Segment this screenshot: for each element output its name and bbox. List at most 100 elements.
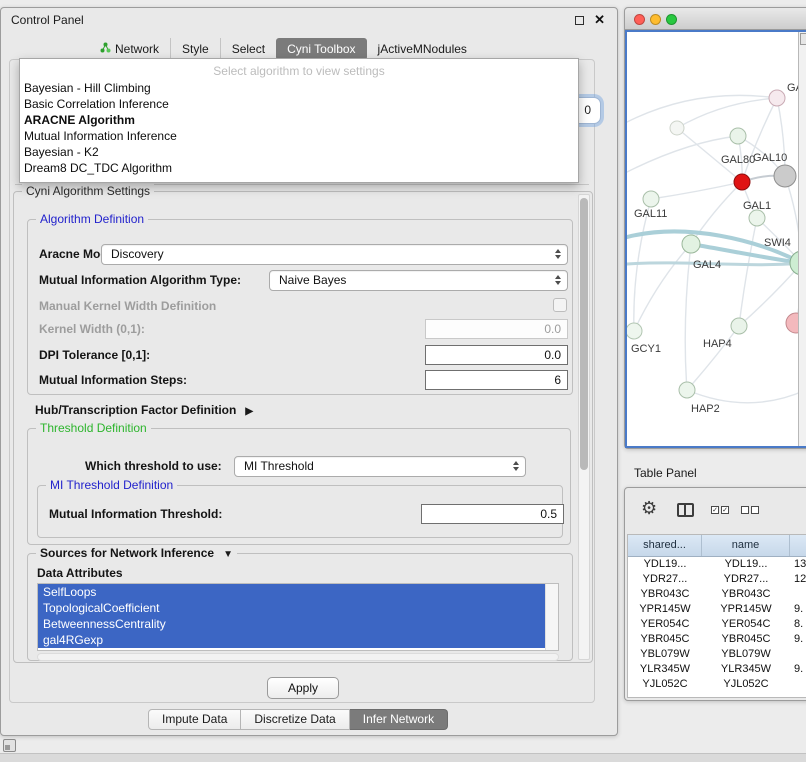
minimize-light[interactable] [650, 14, 661, 25]
sources-title-text: Sources for Network Inference [40, 546, 214, 560]
data-attributes-label: Data Attributes [37, 566, 123, 581]
threshold-definition-title: Threshold Definition [36, 421, 151, 435]
network-edge [777, 98, 785, 176]
close-icon[interactable]: ✕ [594, 12, 605, 28]
algorithm-option-bayesian-hill-climbing[interactable]: Bayesian - Hill Climbing [20, 80, 578, 96]
column-header-2[interactable] [790, 535, 806, 556]
mi-threshold-field[interactable]: 0.5 [421, 504, 564, 524]
attribute-list[interactable]: SelfLoopsTopologicalCoefficientBetweenne… [37, 583, 559, 651]
scrollbar-thumb[interactable] [580, 198, 588, 470]
attribute-list-scrollbar[interactable] [545, 584, 558, 650]
table-row[interactable]: YBR045CYBR045C9. [628, 632, 806, 647]
tab-cyni-toolbox[interactable]: Cyni Toolbox [276, 38, 366, 60]
bottom-tab-impute-data[interactable]: Impute Data [148, 709, 241, 730]
table-row[interactable]: YPR145WYPR145W9. [628, 602, 806, 617]
float-window-icon[interactable] [575, 16, 584, 25]
tab-label: Select [232, 42, 265, 56]
control-panel-window: Control Panel ✕ NetworkStyle Select Cyni T… [0, 7, 618, 736]
table-cell: YPR145W [628, 602, 702, 617]
attribute-item[interactable]: BetweennessCentrality [38, 616, 545, 632]
network-node[interactable] [670, 121, 684, 135]
algorithm-dropdown-list: Bayesian - Hill ClimbingBasic Correlatio… [20, 80, 578, 176]
settings-scrollbar[interactable] [578, 194, 590, 660]
gear-icon[interactable]: ⚙ [641, 498, 657, 519]
mi-steps-label: Mutual Information Steps: [39, 373, 187, 388]
attribute-item[interactable]: gal4RGexp [38, 632, 545, 648]
panel-toggle-icon[interactable] [3, 739, 16, 752]
checked-box-icon: ✓ [721, 506, 729, 514]
unselect-all-columns-icon[interactable] [741, 506, 759, 514]
bottom-tab-infer-network[interactable]: Infer Network [350, 709, 448, 730]
network-edge [739, 218, 757, 326]
tab-jactivemnodules[interactable]: jActiveMNodules [367, 38, 478, 60]
checked-box-icon: ✓ [711, 506, 719, 514]
aracne-mode-select[interactable]: Discovery [101, 244, 568, 265]
table-row[interactable]: YBR043CYBR043C [628, 587, 806, 602]
application-root: Control Panel ✕ NetworkStyle Select Cyni T… [0, 0, 806, 762]
mi-type-select[interactable]: Naive Bayes [269, 270, 568, 291]
sources-group-title[interactable]: Sources for Network Inference▼ [36, 546, 237, 560]
network-node[interactable] [774, 165, 796, 187]
dpi-tolerance-field[interactable]: 0.0 [425, 345, 568, 365]
table-cell: YBR045C [702, 632, 790, 647]
table-cell: 9. [790, 632, 806, 647]
tab-label: Cyni Toolbox [287, 42, 355, 56]
bottom-tab-bar: Impute DataDiscretize DataInfer Network [148, 709, 448, 730]
bottom-tab-discretize-data[interactable]: Discretize Data [241, 709, 349, 730]
network-scrollbar[interactable] [798, 32, 806, 446]
network-node-gal11[interactable] [643, 191, 659, 207]
node-table: shared...name YDL19...YDL19...13YDR27...… [627, 534, 806, 698]
network-node-gal4[interactable] [682, 235, 700, 253]
table-row[interactable]: YLR345WYLR345W9. [628, 662, 806, 677]
network-node-hap2[interactable] [679, 382, 695, 398]
combo-arrows-icon [555, 275, 561, 285]
attribute-list-hscrollbar[interactable] [37, 653, 559, 661]
manual-kernel-checkbox[interactable] [553, 298, 567, 312]
algorithm-option-bayesian-k2[interactable]: Bayesian - K2 [20, 144, 578, 160]
node-label-gal4: GAL4 [693, 259, 721, 271]
table-row[interactable]: YER054CYER054C8. [628, 617, 806, 632]
table-row[interactable]: YDR27...YDR27...12 [628, 572, 806, 587]
combo-arrows-icon [513, 461, 519, 471]
network-node-gal1[interactable] [749, 210, 765, 226]
zoom-light[interactable] [666, 14, 677, 25]
algorithm-option-basic-correlation-inference[interactable]: Basic Correlation Inference [20, 96, 578, 112]
hub-section-toggle[interactable]: Hub/Transcription Factor Definition▶ [35, 403, 253, 417]
which-threshold-select[interactable]: MI Threshold [234, 456, 526, 477]
table-cell: YDL19... [628, 557, 702, 572]
network-canvas[interactable]: GALGAL80GAL10GAL11GAL1SWI4GAL4GCY1HAP4HA… [625, 30, 806, 448]
apply-button[interactable]: Apply [267, 677, 339, 699]
tab-network[interactable]: Network [89, 38, 170, 60]
tab-select[interactable]: Select [220, 38, 276, 60]
attribute-item[interactable]: SelfLoops [38, 584, 545, 600]
table-row[interactable]: YDL19...YDL19...13 [628, 557, 806, 572]
algorithm-option-mutual-information-inference[interactable]: Mutual Information Inference [20, 128, 578, 144]
control-panel-titlebar[interactable]: Control Panel ✕ [1, 8, 617, 32]
node-label-hap4: HAP4 [703, 338, 732, 350]
which-threshold-value: MI Threshold [244, 459, 314, 473]
algorithm-option-aracne-algorithm[interactable]: ARACNE Algorithm [20, 112, 578, 128]
empty-box-icon [751, 506, 759, 514]
node-label-hap2: HAP2 [691, 403, 720, 415]
network-node-hap4[interactable] [731, 318, 747, 334]
aracne-mode-value: Discovery [111, 247, 164, 261]
table-cell: 13 [790, 557, 806, 572]
network-node-gal80[interactable] [730, 128, 746, 144]
columns-icon[interactable] [677, 503, 694, 517]
close-light[interactable] [634, 14, 645, 25]
column-header-name[interactable]: name [702, 535, 790, 556]
network-node-gal10[interactable] [734, 174, 750, 190]
table-row[interactable]: YJL052CYJL052C [628, 677, 806, 692]
select-all-columns-icon[interactable]: ✓ ✓ [711, 506, 729, 514]
mi-steps-field[interactable]: 6 [425, 370, 568, 390]
algorithm-option-dream8-dc-tdc-algorithm[interactable]: Dream8 DC_TDC Algorithm [20, 160, 578, 176]
scrollbar-button[interactable] [800, 33, 806, 45]
attribute-item[interactable]: TopologicalCoefficient [38, 600, 545, 616]
network-node-gcy1[interactable] [627, 323, 642, 339]
network-graph: GALGAL80GAL10GAL11GAL1SWI4GAL4GCY1HAP4HA… [627, 32, 806, 448]
tab-style[interactable]: Style [170, 38, 220, 60]
column-header-shared[interactable]: shared... [628, 535, 702, 556]
network-window-titlebar[interactable] [625, 8, 806, 30]
network-node[interactable] [769, 90, 785, 106]
table-row[interactable]: YBL079WYBL079W [628, 647, 806, 662]
